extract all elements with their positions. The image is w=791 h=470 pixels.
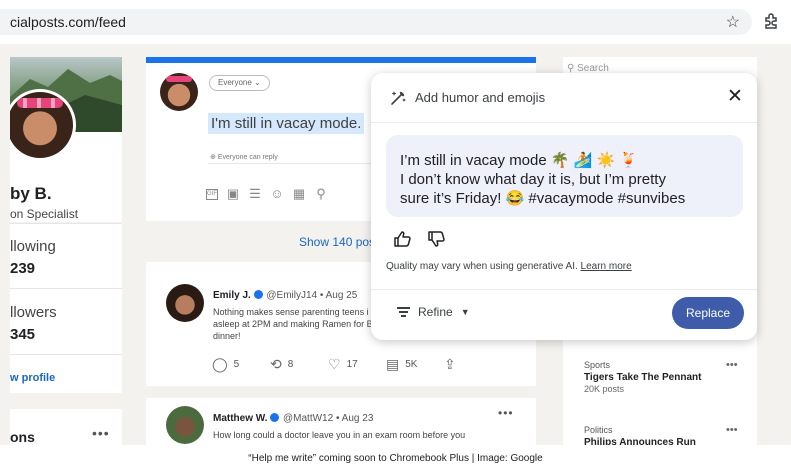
trend-title: Philips Announces Run	[584, 437, 696, 445]
replace-button[interactable]: Replace	[672, 297, 744, 329]
refine-label: Refine	[418, 305, 453, 319]
author-handle: @MattW12 • Aug 23	[283, 413, 374, 424]
emoji-icon[interactable]: ☺	[270, 187, 284, 201]
magic-wand-icon	[391, 91, 406, 105]
suggestion-line: I don’t know what day it is, but I’m pre…	[400, 171, 666, 188]
post-author[interactable]: Matthew W. @MattW12 • Aug 23	[213, 413, 373, 424]
followers-count: 345	[10, 326, 36, 343]
reply-setting[interactable]: ⊕ Everyone can reply	[210, 153, 278, 161]
more-options-icon[interactable]: •••	[726, 424, 738, 436]
popup-header: Add humor and emojis ✕	[371, 73, 757, 123]
browser-toolbar: cialposts.com/feed ☆	[0, 0, 791, 44]
more-options-icon[interactable]: •••	[92, 425, 110, 441]
audience-dropdown[interactable]: Everyone ⌄	[209, 75, 270, 91]
following-count: 239	[10, 260, 36, 277]
chart-icon: ▤	[386, 356, 400, 372]
post-avatar[interactable]	[166, 284, 204, 322]
suggestion-line: I’m still in vacay mode 🌴 🏄 ☀️ 🍹	[400, 152, 639, 169]
composer-toolbar: GIF ▣ ☰ ☺ ▦ ⚲	[206, 187, 328, 201]
divider	[10, 354, 122, 355]
divider	[371, 289, 757, 290]
divider	[10, 288, 122, 289]
trend-category: Politics	[584, 425, 613, 435]
share-icon: ⇪	[444, 356, 456, 372]
address-bar[interactable]: cialposts.com/feed ☆	[0, 9, 752, 35]
profile-stats: llowing 239 llowers 345 w profile	[10, 223, 122, 393]
location-icon[interactable]: ⚲	[314, 187, 328, 201]
composer-avatar	[160, 73, 198, 111]
view-count: 5K	[405, 359, 418, 370]
reply-count: 5	[233, 359, 240, 370]
sections-card: ons •••	[10, 409, 122, 445]
trend-meta: 20K posts	[584, 384, 625, 394]
quality-note-text: Quality may vary when using generative A…	[386, 261, 578, 272]
help-me-write-popup: Add humor and emojis ✕ I’m still in vaca…	[371, 73, 757, 340]
url-text: cialposts.com/feed	[10, 14, 126, 30]
refine-icon	[397, 307, 410, 317]
globe-icon: ⊕	[210, 154, 216, 161]
post-actions: ◯ 5 ⟲ 8 ♡ 17 ▤ 5K ⇪	[212, 356, 502, 373]
audience-label: Everyone	[218, 78, 252, 87]
divider	[146, 386, 536, 398]
suggestion-text[interactable]: I’m still in vacay mode 🌴 🏄 ☀️ 🍹 I don’t…	[386, 135, 743, 217]
more-options-icon[interactable]: •••	[726, 359, 738, 371]
reply-setting-label: Everyone can reply	[217, 154, 278, 161]
repost-icon: ⟲	[270, 356, 282, 372]
share-button[interactable]: ⇪	[444, 356, 502, 373]
trend-item[interactable]: Politics Philips Announces Run	[584, 425, 696, 445]
chevron-down-icon: ⌄	[254, 78, 261, 87]
sections-label: ons	[10, 429, 35, 445]
like-button[interactable]: ♡ 17	[328, 356, 386, 373]
page-content: by B. on Specialist llowing 239 llowers …	[0, 44, 791, 445]
more-options-icon[interactable]: •••	[498, 406, 514, 420]
author-name: Emily J.	[213, 290, 251, 301]
thumbs-up-icon[interactable]	[393, 229, 413, 249]
list-icon[interactable]: ☰	[248, 187, 262, 201]
post-body: How long could a doctor leave you in an …	[213, 430, 466, 440]
profile-avatar[interactable]	[10, 89, 76, 161]
suggestion-line: sure it’s Friday! 😂 #vacaymode #sunvibes	[400, 190, 686, 207]
learn-more-link[interactable]: Learn more	[581, 261, 632, 272]
trend-item[interactable]: Sports Tigers Take The Pennant 20K posts	[584, 360, 701, 394]
profile-title: on Specialist	[10, 207, 79, 221]
post-avatar[interactable]	[166, 406, 204, 444]
star-icon[interactable]: ☆	[726, 12, 740, 32]
followers-label[interactable]: llowers	[10, 304, 57, 321]
gif-icon[interactable]: GIF	[206, 188, 218, 200]
image-icon[interactable]: ▣	[226, 187, 240, 201]
close-icon[interactable]: ✕	[727, 85, 743, 108]
feedback-buttons	[393, 229, 447, 249]
show-more-posts-link[interactable]: Show 140 pos	[299, 235, 375, 249]
repost-count: 8	[287, 359, 294, 370]
following-label[interactable]: llowing	[10, 238, 56, 255]
refine-dropdown[interactable]: Refine ▼	[397, 305, 470, 319]
profile-card: by B. on Specialist	[10, 57, 122, 222]
heart-icon: ♡	[328, 356, 341, 372]
trend-title: Tigers Take The Pennant	[584, 372, 702, 383]
caret-down-icon: ▼	[460, 307, 470, 317]
quality-note: Quality may vary when using generative A…	[386, 261, 632, 272]
repost-button[interactable]: ⟲ 8	[270, 356, 328, 373]
image-caption: “Help me write” coming soon to Chromeboo…	[248, 453, 543, 464]
post-body: Nothing makes sense parenting teens i as…	[213, 307, 373, 341]
reply-button[interactable]: ◯ 5	[212, 356, 270, 373]
popup-title: Add humor and emojis	[415, 90, 546, 105]
profile-name[interactable]: by B.	[10, 184, 52, 204]
view-profile-link[interactable]: w profile	[10, 372, 55, 384]
author-handle: @EmilyJ14 • Aug 25	[266, 290, 358, 301]
views-button[interactable]: ▤ 5K	[386, 356, 444, 373]
calendar-icon[interactable]: ▦	[292, 187, 306, 201]
composer-text[interactable]: I'm still in vacay mode.	[208, 113, 365, 134]
verified-icon	[253, 290, 263, 299]
trend-category: Sports	[584, 360, 611, 370]
author-name: Matthew W.	[213, 413, 268, 424]
verified-icon	[270, 413, 280, 422]
extensions-icon[interactable]	[762, 12, 780, 30]
like-count: 17	[346, 359, 358, 370]
post-author[interactable]: Emily J. @EmilyJ14 • Aug 25	[213, 290, 357, 301]
thumbs-down-icon[interactable]	[427, 229, 447, 249]
reply-icon: ◯	[212, 356, 228, 372]
